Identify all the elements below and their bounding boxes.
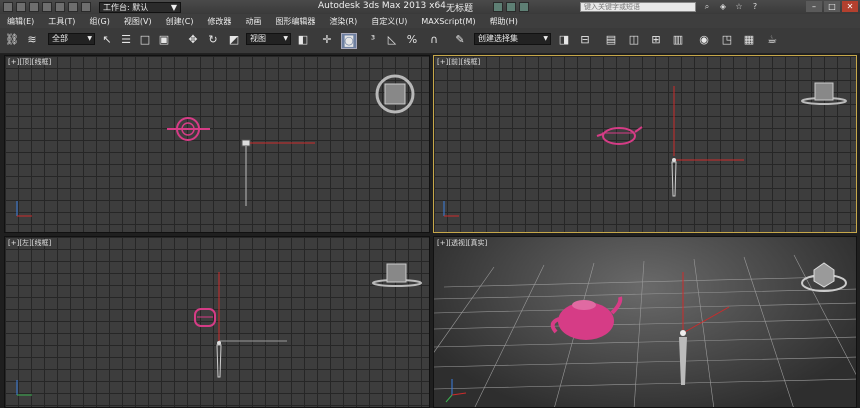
render-setup-icon[interactable]: ◳: [720, 33, 734, 47]
viewport-label[interactable]: [+][前][线框]: [437, 57, 480, 67]
snap-toggle-icon[interactable]: ³: [366, 33, 380, 47]
menu-edit[interactable]: 编辑(E): [0, 16, 41, 27]
menu-help[interactable]: 帮助(H): [483, 16, 525, 27]
scale-icon[interactable]: ◩: [227, 33, 241, 47]
axis-tripod-icon: [445, 379, 467, 403]
teapot-object[interactable]: [596, 126, 643, 145]
viewcube-icon[interactable]: [375, 74, 415, 114]
document-title: 无标题: [446, 4, 474, 14]
viewcube-icon[interactable]: [801, 82, 847, 105]
viewport-left[interactable]: [+][左][线框]: [4, 236, 430, 408]
redo-icon[interactable]: [68, 2, 78, 12]
project-folder-icon[interactable]: [493, 2, 503, 12]
chevron-down-icon: ▼: [170, 2, 177, 12]
percent-snap-icon[interactable]: %: [405, 33, 419, 47]
menu-animation[interactable]: 动画: [238, 16, 268, 27]
keyboard-shortcut-icon[interactable]: ◙: [341, 33, 357, 49]
teapot-object[interactable]: [194, 308, 216, 327]
save-file-icon[interactable]: [42, 2, 52, 12]
unlink-icon[interactable]: ≋: [25, 33, 39, 47]
menu-graph-editors[interactable]: 图形编辑器: [268, 16, 322, 27]
align-icon[interactable]: ⊟: [578, 33, 592, 47]
hold-icon[interactable]: [81, 2, 91, 12]
menu-views[interactable]: 视图(V): [117, 16, 159, 27]
mirror-icon[interactable]: ◨: [557, 33, 571, 47]
layout-icon[interactable]: [519, 2, 529, 12]
axis-tripod-icon: [443, 201, 459, 217]
workspace-label: 工作台: 默认: [103, 2, 149, 12]
main-toolbar: ⛓ ≋ 全部 ↖ ☰ □ ▣ ✥ ↻ ◩ 视图 ◧ ✛ ◙ ³ ◺ % ∩ ✎ …: [0, 28, 860, 54]
new-file-icon[interactable]: [16, 2, 26, 12]
schematic-view-icon[interactable]: ▥: [671, 33, 685, 47]
layer-manager-icon[interactable]: ▤: [604, 33, 618, 47]
title-bar: 工作台: 默认 ▼ Autodesk 3ds Max 2013 x64 无标题 …: [0, 0, 860, 14]
viewport-label[interactable]: [+][左][线框]: [8, 238, 51, 248]
select-object-icon[interactable]: ↖: [100, 33, 114, 47]
material-editor-icon[interactable]: ◉: [697, 33, 711, 47]
camera-object[interactable]: [241, 139, 315, 206]
menu-modifiers[interactable]: 修改器: [200, 16, 238, 27]
workspace-dropdown[interactable]: 工作台: 默认 ▼: [99, 1, 181, 13]
viewport-perspective[interactable]: [+][透视][真实]: [433, 236, 857, 408]
search-icon[interactable]: ⌕: [702, 2, 712, 12]
teapot-object[interactable]: [550, 296, 623, 340]
camera-object[interactable]: [671, 86, 744, 197]
pivot-center-icon[interactable]: ◧: [296, 33, 310, 47]
undo-icon[interactable]: [55, 2, 65, 12]
app-title: Autodesk 3ds Max 2013 x64: [318, 1, 446, 11]
rendered-frame-window-icon[interactable]: ▦: [742, 33, 756, 47]
viewport-label[interactable]: [+][透视][真实]: [437, 238, 487, 248]
named-selection-dropdown[interactable]: 创建选择集: [474, 33, 551, 45]
angle-snap-icon[interactable]: ◺: [385, 33, 399, 47]
axis-tripod-icon: [16, 201, 32, 217]
menu-tools[interactable]: 工具(T): [41, 16, 82, 27]
link-icon[interactable]: ⛓: [5, 33, 19, 47]
rotate-icon[interactable]: ↻: [206, 33, 220, 47]
viewcube-icon[interactable]: [801, 262, 847, 292]
window-crossing-icon[interactable]: ▣: [157, 33, 171, 47]
menu-maxscript[interactable]: MAXScript(M): [414, 17, 482, 26]
favorites-icon[interactable]: ☆: [734, 2, 744, 12]
select-by-name-icon[interactable]: ☰: [119, 33, 133, 47]
menu-create[interactable]: 创建(C): [159, 16, 201, 27]
graphite-tools-icon[interactable]: ◫: [627, 33, 641, 47]
viewcube-icon[interactable]: [372, 263, 422, 287]
arrange-icon[interactable]: [506, 2, 516, 12]
spinner-snap-icon[interactable]: ∩: [427, 33, 441, 47]
reference-coordinate-dropdown[interactable]: 视图: [246, 33, 291, 45]
teapot-object[interactable]: [167, 117, 210, 141]
help-icon[interactable]: ?: [750, 2, 760, 12]
search-input[interactable]: 键入关键字或短语: [580, 2, 696, 12]
menu-bar: 编辑(E) 工具(T) 组(G) 视图(V) 创建(C) 修改器 动画 图形编辑…: [0, 14, 860, 28]
viewport-label[interactable]: [+][顶][线框]: [8, 57, 51, 67]
viewport-top[interactable]: [+][顶][线框]: [4, 55, 430, 233]
edit-named-selection-icon[interactable]: ✎: [453, 33, 467, 47]
camera-object[interactable]: [679, 272, 730, 385]
open-file-icon[interactable]: [29, 2, 39, 12]
maximize-icon[interactable]: □: [824, 1, 840, 12]
move-icon[interactable]: ✥: [186, 33, 200, 47]
perspective-grid: [434, 254, 856, 407]
menu-customize[interactable]: 自定义(U): [364, 16, 414, 27]
camera-object[interactable]: [216, 272, 287, 378]
rectangular-selection-icon[interactable]: □: [138, 33, 152, 47]
community-icon[interactable]: ◈: [718, 2, 728, 12]
render-production-icon[interactable]: ☕: [765, 33, 779, 47]
menu-rendering[interactable]: 渲染(R): [322, 16, 364, 27]
viewport-front[interactable]: [+][前][线框]: [433, 55, 857, 233]
app-menu-icon[interactable]: [3, 2, 13, 12]
curve-editor-icon[interactable]: ⊞: [649, 33, 663, 47]
menu-group[interactable]: 组(G): [82, 16, 116, 27]
minimize-icon[interactable]: –: [806, 1, 822, 12]
selection-filter-dropdown[interactable]: 全部: [48, 33, 95, 45]
axis-tripod-icon: [16, 380, 32, 396]
select-manipulate-icon[interactable]: ✛: [320, 33, 334, 47]
close-icon[interactable]: ✕: [842, 1, 858, 12]
